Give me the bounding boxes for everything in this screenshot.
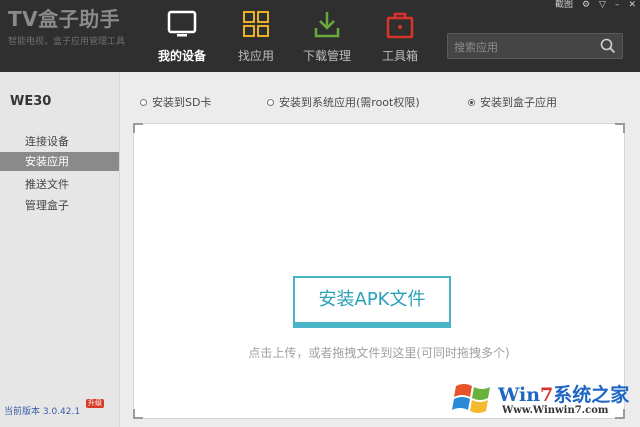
watermark-brand: Win7系统之家: [498, 384, 630, 406]
device-name: WE30: [10, 94, 52, 109]
app-title: TV盒子助手: [8, 7, 121, 31]
tab-label: 我的设备: [157, 49, 206, 63]
tab-label: 工具箱: [381, 49, 418, 63]
radio-install-sd-card[interactable]: 安装到SD卡: [140, 94, 211, 110]
radio-label: 安装到盒子应用: [480, 96, 557, 109]
version-label: 当前版本 3.0.42.1: [4, 407, 81, 417]
watermark-url: Www.Winwin7.com: [502, 405, 609, 416]
search-icon[interactable]: [600, 38, 616, 58]
sidebar-item-install-apps[interactable]: 安装应用: [0, 152, 119, 171]
tab-label: 下载管理: [302, 49, 351, 63]
corner-mark: [133, 123, 143, 133]
menu-icon[interactable]: ▽: [599, 0, 606, 10]
tab-find-apps[interactable]: 找应用: [221, 0, 291, 72]
corner-mark: [133, 409, 143, 419]
search-input[interactable]: [452, 37, 596, 57]
radio-icon: [267, 98, 274, 106]
settings-icon[interactable]: ⚙: [582, 0, 590, 10]
radio-install-system-app[interactable]: 安装到系统应用(需root权限): [267, 94, 420, 110]
sidebar-item-connect-device[interactable]: 连接设备: [0, 132, 119, 151]
sidebar-item-push-files[interactable]: 推送文件: [0, 175, 119, 194]
header-bar: TV盒子助手 智能电视，盒子应用管理工具 我的设备 找应用 下载管理 工具箱 搜…: [0, 0, 640, 72]
corner-mark: [615, 123, 625, 133]
sidebar: WE30 连接设备 安装应用 推送文件 管理盒子 当前版本 3.0.42.1 升…: [0, 72, 120, 427]
toolbox-icon: [385, 10, 415, 44]
radio-selected-icon: [468, 98, 475, 106]
windows-flag-icon: [452, 384, 490, 413]
search-box: [447, 33, 623, 59]
grid-icon: [242, 10, 270, 42]
install-apk-button[interactable]: 安装APK文件: [293, 276, 451, 328]
radio-label: 安装到系统应用(需root权限): [279, 96, 420, 109]
tab-label: 找应用: [237, 49, 274, 63]
close-icon[interactable]: ✕: [628, 0, 636, 10]
radio-label: 安装到SD卡: [152, 96, 212, 109]
app-logo: TV盒子助手 智能电视，盒子应用管理工具: [8, 8, 148, 47]
watermark-logo: Win7系统之家 Www.Winwin7.com: [452, 372, 638, 424]
app-subtitle: 智能电视，盒子应用管理工具: [8, 37, 126, 47]
tab-downloads[interactable]: 下载管理: [292, 0, 362, 72]
drop-hint: 点击上传，或者拖拽文件到这里(可同时拖拽多个): [248, 346, 510, 360]
radio-install-box-app[interactable]: 安装到盒子应用: [468, 94, 557, 110]
window-controls: 截图 ⚙ ▽ – ✕: [555, 0, 636, 10]
sidebar-item-manage-box[interactable]: 管理盒子: [0, 196, 119, 215]
tv-icon: [167, 10, 197, 42]
screenshot-button[interactable]: 截图: [555, 0, 573, 10]
minimize-icon[interactable]: –: [615, 0, 620, 10]
radio-icon: [140, 98, 147, 106]
download-icon: [312, 10, 342, 44]
upgrade-badge[interactable]: 升级: [86, 399, 104, 408]
app-window: TV盒子助手 智能电视，盒子应用管理工具 我的设备 找应用 下载管理 工具箱 搜…: [0, 0, 640, 427]
tab-toolbox[interactable]: 工具箱: [365, 0, 435, 72]
tab-my-devices[interactable]: 我的设备: [147, 0, 217, 72]
